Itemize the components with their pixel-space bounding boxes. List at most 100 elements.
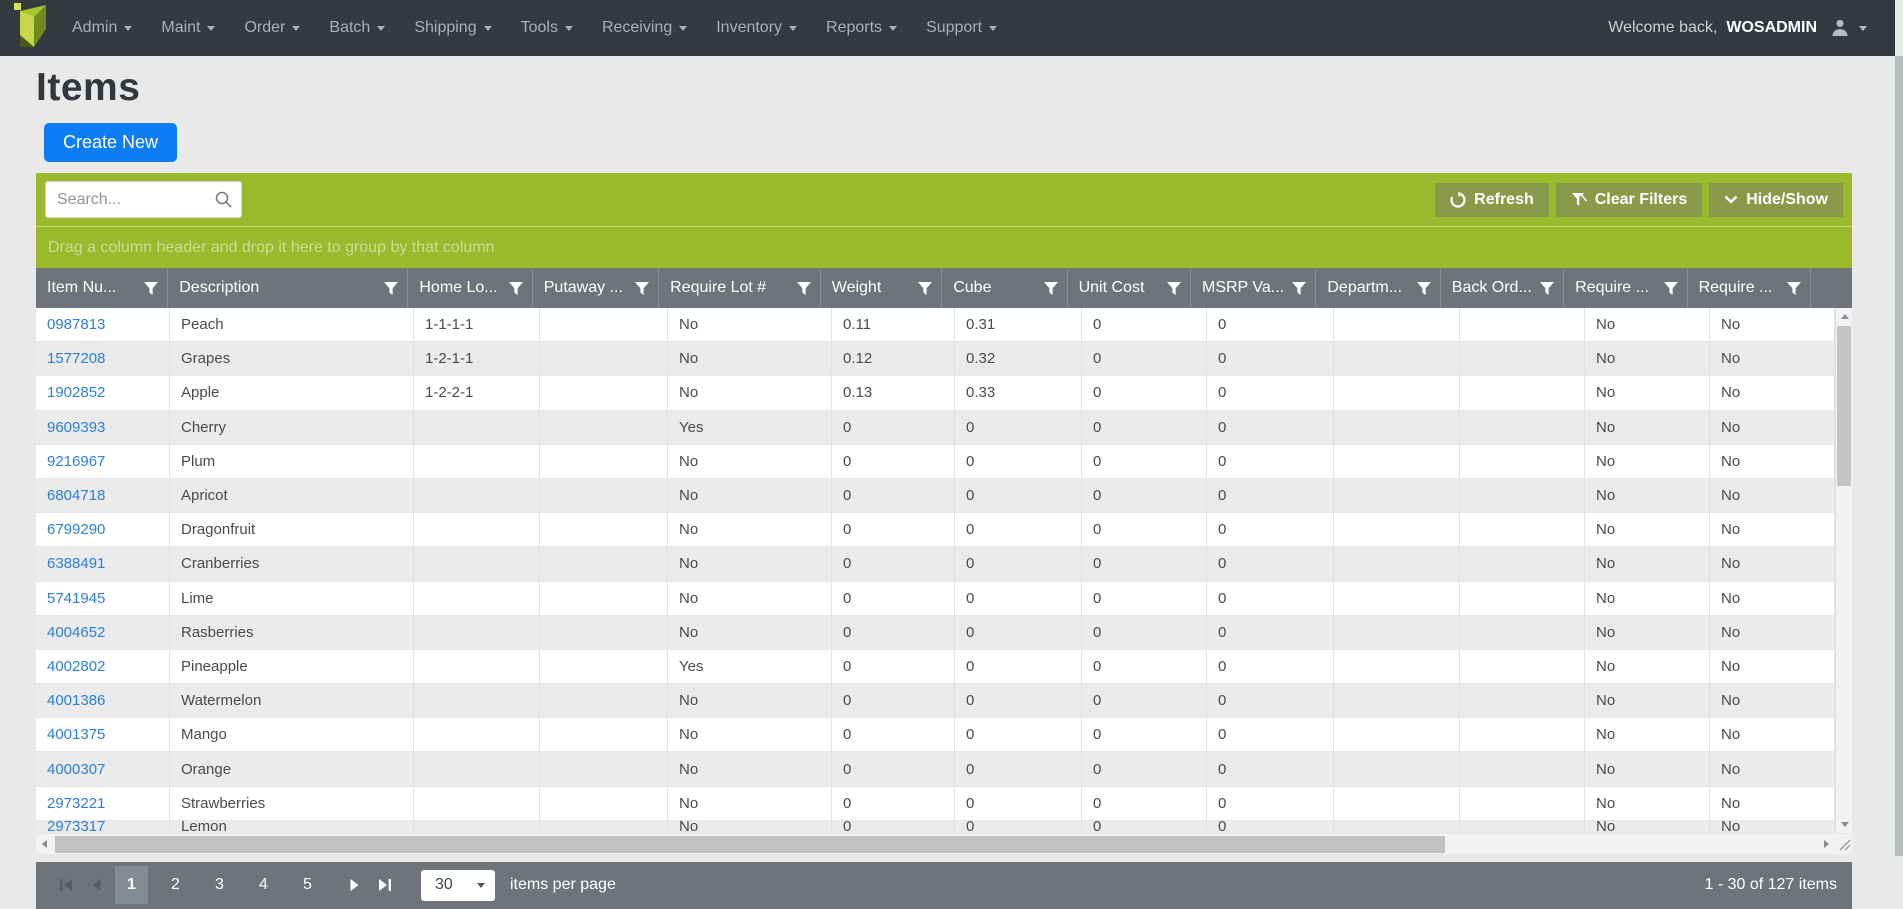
nav-item-support[interactable]: Support bbox=[926, 19, 997, 37]
table-row[interactable]: 4001386WatermelonNo0000NoNo bbox=[36, 684, 1852, 718]
horizontal-scrollbar-thumb[interactable] bbox=[55, 836, 1445, 853]
item-number-link[interactable]: 4002802 bbox=[47, 658, 105, 675]
refresh-button[interactable]: Refresh bbox=[1435, 183, 1549, 217]
item-number-link[interactable]: 5741945 bbox=[47, 590, 105, 607]
filter-funnel-icon[interactable] bbox=[797, 282, 811, 295]
filter-funnel-icon[interactable] bbox=[1540, 282, 1554, 295]
column-header-10[interactable]: Back Ord... bbox=[1441, 268, 1564, 308]
nav-item-inventory[interactable]: Inventory bbox=[716, 19, 797, 37]
nav-item-shipping[interactable]: Shipping bbox=[414, 19, 491, 37]
table-row[interactable]: 4001375MangoNo0000NoNo bbox=[36, 718, 1852, 752]
window-scrollbar[interactable] bbox=[1895, 0, 1903, 892]
table-row[interactable]: 9609393CherryYes0000NoNo bbox=[36, 411, 1852, 445]
vertical-scrollbar-thumb[interactable] bbox=[1837, 326, 1851, 486]
table-row-partial[interactable]: 2973317LemonNo0000NoNo bbox=[36, 821, 1852, 833]
table-row[interactable]: 4004652RasberriesNo0000NoNo bbox=[36, 616, 1852, 650]
table-row[interactable]: 6799290DragonfruitNo0000NoNo bbox=[36, 513, 1852, 547]
item-number-link[interactable]: 6799290 bbox=[47, 521, 105, 538]
vertical-scrollbar[interactable] bbox=[1835, 308, 1852, 833]
page-button-1[interactable]: 1 bbox=[115, 866, 148, 904]
nav-item-tools[interactable]: Tools bbox=[521, 19, 573, 37]
nav-item-batch[interactable]: Batch bbox=[329, 19, 385, 37]
hide-show-button[interactable]: Hide/Show bbox=[1709, 183, 1843, 217]
filter-funnel-icon[interactable] bbox=[1292, 282, 1306, 295]
item-number-link[interactable]: 1577208 bbox=[47, 350, 105, 367]
first-page-button[interactable] bbox=[51, 866, 81, 904]
column-header-8[interactable]: MSRP Va... bbox=[1191, 268, 1316, 308]
column-header-7[interactable]: Unit Cost bbox=[1068, 268, 1191, 308]
nav-item-maint[interactable]: Maint bbox=[161, 19, 215, 37]
next-page-button[interactable] bbox=[339, 866, 369, 904]
filter-funnel-icon[interactable] bbox=[1044, 282, 1058, 295]
table-row[interactable]: 5741945LimeNo0000NoNo bbox=[36, 582, 1852, 616]
column-header-3[interactable]: Putaway ... bbox=[533, 268, 659, 308]
prev-page-button[interactable] bbox=[81, 866, 111, 904]
filter-funnel-icon[interactable] bbox=[144, 282, 158, 295]
filter-funnel-icon[interactable] bbox=[635, 282, 649, 295]
item-number-link[interactable]: 9609393 bbox=[47, 419, 105, 436]
page-button-5[interactable]: 5 bbox=[291, 866, 324, 904]
item-number-link[interactable]: 1902852 bbox=[47, 384, 105, 401]
horizontal-scrollbar[interactable] bbox=[36, 833, 1852, 854]
column-header-4[interactable]: Require Lot # bbox=[659, 268, 821, 308]
filter-funnel-icon[interactable] bbox=[509, 282, 523, 295]
page-button-3[interactable]: 3 bbox=[203, 866, 236, 904]
filter-funnel-icon[interactable] bbox=[1417, 282, 1431, 295]
table-row[interactable]: 2973221StrawberriesNo0000NoNo bbox=[36, 787, 1852, 821]
filter-funnel-icon[interactable] bbox=[1664, 282, 1678, 295]
filter-funnel-icon[interactable] bbox=[384, 282, 398, 295]
column-header-2[interactable]: Home Lo... bbox=[408, 268, 532, 308]
table-row[interactable]: 6804718ApricotNo0000NoNo bbox=[36, 479, 1852, 513]
page-button-4[interactable]: 4 bbox=[247, 866, 280, 904]
create-new-button[interactable]: Create New bbox=[44, 123, 177, 162]
item-number-link[interactable]: 2973317 bbox=[47, 821, 105, 833]
scroll-up-arrow-icon[interactable] bbox=[1836, 308, 1853, 325]
filter-funnel-icon[interactable] bbox=[1167, 282, 1181, 295]
last-page-button[interactable] bbox=[369, 866, 399, 904]
user-icon[interactable] bbox=[1830, 18, 1850, 38]
user-caret-icon[interactable] bbox=[1859, 26, 1867, 31]
nav-item-receiving[interactable]: Receiving bbox=[602, 19, 687, 37]
table-row[interactable]: 4000307OrangeNo0000NoNo bbox=[36, 752, 1852, 786]
nav-item-reports[interactable]: Reports bbox=[826, 19, 897, 37]
table-row[interactable]: 1902852Apple1-2-2-1No0.130.3300NoNo bbox=[36, 376, 1852, 410]
scroll-down-arrow-icon[interactable] bbox=[1836, 816, 1853, 833]
column-header-5[interactable]: Weight bbox=[821, 268, 942, 308]
item-number-link[interactable]: 2973221 bbox=[47, 795, 105, 812]
group-drop-zone[interactable]: Drag a column header and drop it here to… bbox=[36, 226, 1852, 268]
table-row[interactable]: 9216967PlumNo0000NoNo bbox=[36, 445, 1852, 479]
nav-item-order[interactable]: Order bbox=[244, 19, 300, 37]
column-header-6[interactable]: Cube bbox=[942, 268, 1067, 308]
window-scrollbar-thumb[interactable] bbox=[1895, 56, 1903, 856]
scroll-right-arrow-icon[interactable] bbox=[1818, 834, 1835, 855]
page-size-select[interactable]: 30 bbox=[421, 870, 495, 901]
nav-item-admin[interactable]: Admin bbox=[72, 19, 132, 37]
item-number-link[interactable]: 4001386 bbox=[47, 692, 105, 709]
scroll-left-arrow-icon[interactable] bbox=[36, 834, 53, 855]
table-row[interactable]: 4002802PineappleYes0000NoNo bbox=[36, 650, 1852, 684]
table-row[interactable]: 6388491CranberriesNo0000NoNo bbox=[36, 547, 1852, 581]
column-header-9[interactable]: Departm... bbox=[1316, 268, 1440, 308]
filter-funnel-icon[interactable] bbox=[918, 282, 932, 295]
item-number-link[interactable]: 4004652 bbox=[47, 624, 105, 641]
search-input[interactable] bbox=[45, 181, 242, 218]
page-button-2[interactable]: 2 bbox=[159, 866, 192, 904]
item-number-link[interactable]: 9216967 bbox=[47, 453, 105, 470]
item-number-link[interactable]: 4001375 bbox=[47, 726, 105, 743]
table-row[interactable]: 1577208Grapes1-2-1-1No0.120.3200NoNo bbox=[36, 342, 1852, 376]
column-header-12[interactable]: Require ... bbox=[1688, 268, 1811, 308]
item-number-link[interactable]: 6804718 bbox=[47, 487, 105, 504]
filter-funnel-icon[interactable] bbox=[1787, 282, 1801, 295]
item-number-link[interactable]: 6388491 bbox=[47, 555, 105, 572]
column-header-1[interactable]: Description bbox=[168, 268, 408, 308]
column-header-0[interactable]: Item Nu... bbox=[36, 268, 168, 308]
clear-filters-button[interactable]: Clear Filters bbox=[1556, 183, 1702, 217]
user-menu[interactable]: Welcome back, WOSADMIN bbox=[1608, 18, 1867, 38]
column-header-11[interactable]: Require ... bbox=[1564, 268, 1687, 308]
resize-grip-icon[interactable] bbox=[1837, 837, 1851, 851]
item-number-link[interactable]: 4000307 bbox=[47, 761, 105, 778]
table-row[interactable]: 0987813Peach1-1-1-1No0.110.3100NoNo bbox=[36, 308, 1852, 342]
search-icon[interactable] bbox=[214, 190, 233, 209]
item-number-link[interactable]: 0987813 bbox=[47, 316, 105, 333]
app-logo-icon[interactable] bbox=[6, 3, 64, 53]
